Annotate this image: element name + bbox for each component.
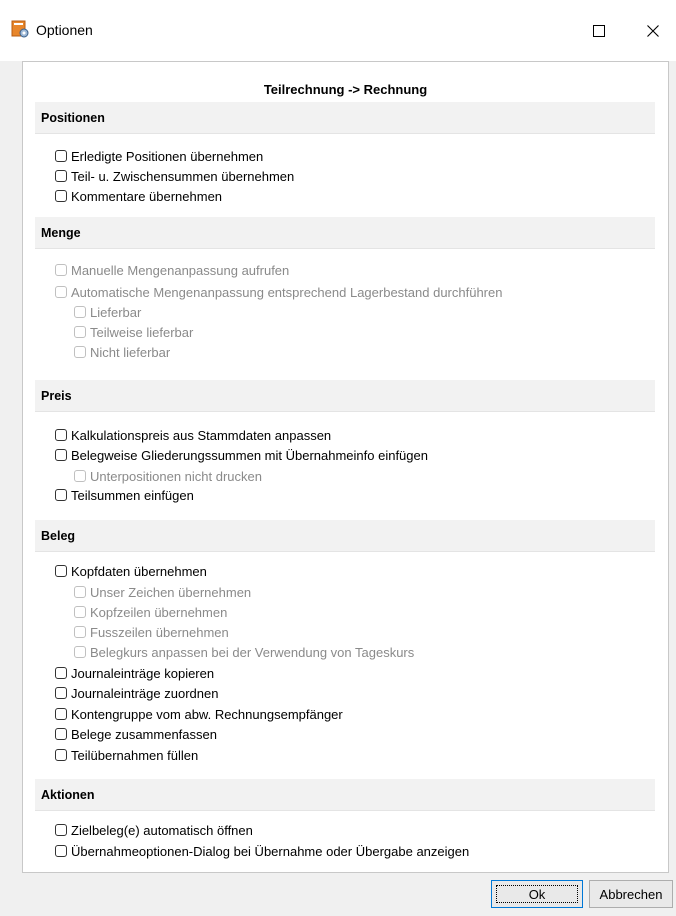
checkbox[interactable] (55, 824, 67, 836)
options-dialog: Optionen Teilrechnung -> Rechnung Positi… (0, 0, 676, 916)
option-belegweise-gliederungssummen[interactable]: Belegweise Gliederungssummen mit Übernah… (55, 446, 428, 464)
checkbox[interactable] (55, 565, 67, 577)
checkbox[interactable] (55, 449, 67, 461)
option-teilweise-lieferbar: Teilweise lieferbar (74, 323, 193, 341)
checkbox (74, 586, 86, 598)
close-icon (647, 25, 659, 37)
option-uebernahmeoptionen-dialog[interactable]: Übernahmeoptionen-Dialog bei Übernahme o… (55, 842, 469, 860)
section-title: Beleg (41, 529, 76, 543)
option-fusszeilen: Fusszeilen übernehmen (74, 623, 229, 641)
option-teilsummen-einfuegen[interactable]: Teilsummen einfügen (55, 486, 194, 504)
section-title: Menge (41, 226, 81, 240)
checkbox[interactable] (55, 190, 67, 202)
checkbox (74, 346, 86, 358)
section-header-beleg: Beleg (35, 520, 655, 552)
ok-button[interactable]: Ok (491, 880, 583, 908)
checkbox (74, 306, 86, 318)
option-lieferbar: Lieferbar (74, 303, 141, 321)
options-panel: Teilrechnung -> Rechnung Positionen Erle… (22, 61, 669, 873)
option-kontengruppe[interactable]: Kontengruppe vom abw. Rechnungsempfänger (55, 705, 343, 723)
checkbox[interactable] (55, 687, 67, 699)
checkbox[interactable] (55, 749, 67, 761)
option-teiluebernahmen-fuellen[interactable]: Teilübernahmen füllen (55, 746, 198, 764)
checkbox (74, 470, 86, 482)
option-kommentare[interactable]: Kommentare übernehmen (55, 187, 222, 205)
options-app-icon (11, 20, 29, 38)
option-manuelle-mengenanpassung: Manuelle Mengenanpassung aufrufen (55, 261, 289, 279)
section-title: Aktionen (41, 788, 95, 802)
checkbox[interactable] (55, 150, 67, 162)
section-header-aktionen: Aktionen (35, 779, 655, 811)
checkbox[interactable] (55, 489, 67, 501)
checkbox[interactable] (55, 429, 67, 441)
dialog-heading: Teilrechnung -> Rechnung (263, 82, 428, 97)
checkbox (74, 646, 86, 658)
checkbox[interactable] (55, 667, 67, 679)
close-button[interactable] (630, 12, 676, 50)
checkbox[interactable] (55, 728, 67, 740)
option-belegkurs: Belegkurs anpassen bei der Verwendung vo… (74, 643, 414, 661)
option-automatische-mengenanpassung: Automatische Mengenanpassung entsprechen… (55, 283, 502, 301)
checkbox[interactable] (55, 170, 67, 182)
option-nicht-lieferbar: Nicht lieferbar (74, 343, 170, 361)
section-title: Preis (41, 389, 72, 403)
option-teil-zwischensummen[interactable]: Teil- u. Zwischensummen übernehmen (55, 167, 294, 185)
option-unser-zeichen: Unser Zeichen übernehmen (74, 583, 251, 601)
checkbox (74, 326, 86, 338)
option-journaleintraege-kopieren[interactable]: Journaleinträge kopieren (55, 664, 214, 682)
title-bar[interactable]: Optionen (0, 0, 676, 61)
checkbox (74, 626, 86, 638)
option-kopfzeilen: Kopfzeilen übernehmen (74, 603, 227, 621)
option-journaleintraege-zuordnen[interactable]: Journaleinträge zuordnen (55, 684, 218, 702)
focus-rect (496, 885, 578, 903)
option-kalkulationspreis[interactable]: Kalkulationspreis aus Stammdaten anpasse… (55, 426, 331, 444)
section-title: Positionen (41, 111, 105, 125)
checkbox (55, 286, 67, 298)
maximize-icon (593, 25, 605, 37)
option-kopfdaten[interactable]: Kopfdaten übernehmen (55, 562, 207, 580)
window-title: Optionen (36, 22, 93, 38)
cancel-button-label: Abbrechen (599, 886, 663, 902)
checkbox (55, 264, 67, 276)
section-header-positionen: Positionen (35, 102, 655, 134)
maximize-button[interactable] (576, 12, 622, 50)
checkbox[interactable] (55, 845, 67, 857)
section-header-menge: Menge (35, 217, 655, 249)
checkbox[interactable] (55, 708, 67, 720)
checkbox (74, 606, 86, 618)
section-header-preis: Preis (35, 380, 655, 412)
option-unterpositionen-nicht-drucken: Unterpositionen nicht drucken (74, 467, 262, 485)
option-erledigte-positionen[interactable]: Erledigte Positionen übernehmen (55, 147, 263, 165)
option-zielbeleg-oeffnen[interactable]: Zielbeleg(e) automatisch öffnen (55, 821, 253, 839)
cancel-button[interactable]: Abbrechen (589, 880, 673, 908)
option-belege-zusammenfassen[interactable]: Belege zusammenfassen (55, 725, 217, 743)
